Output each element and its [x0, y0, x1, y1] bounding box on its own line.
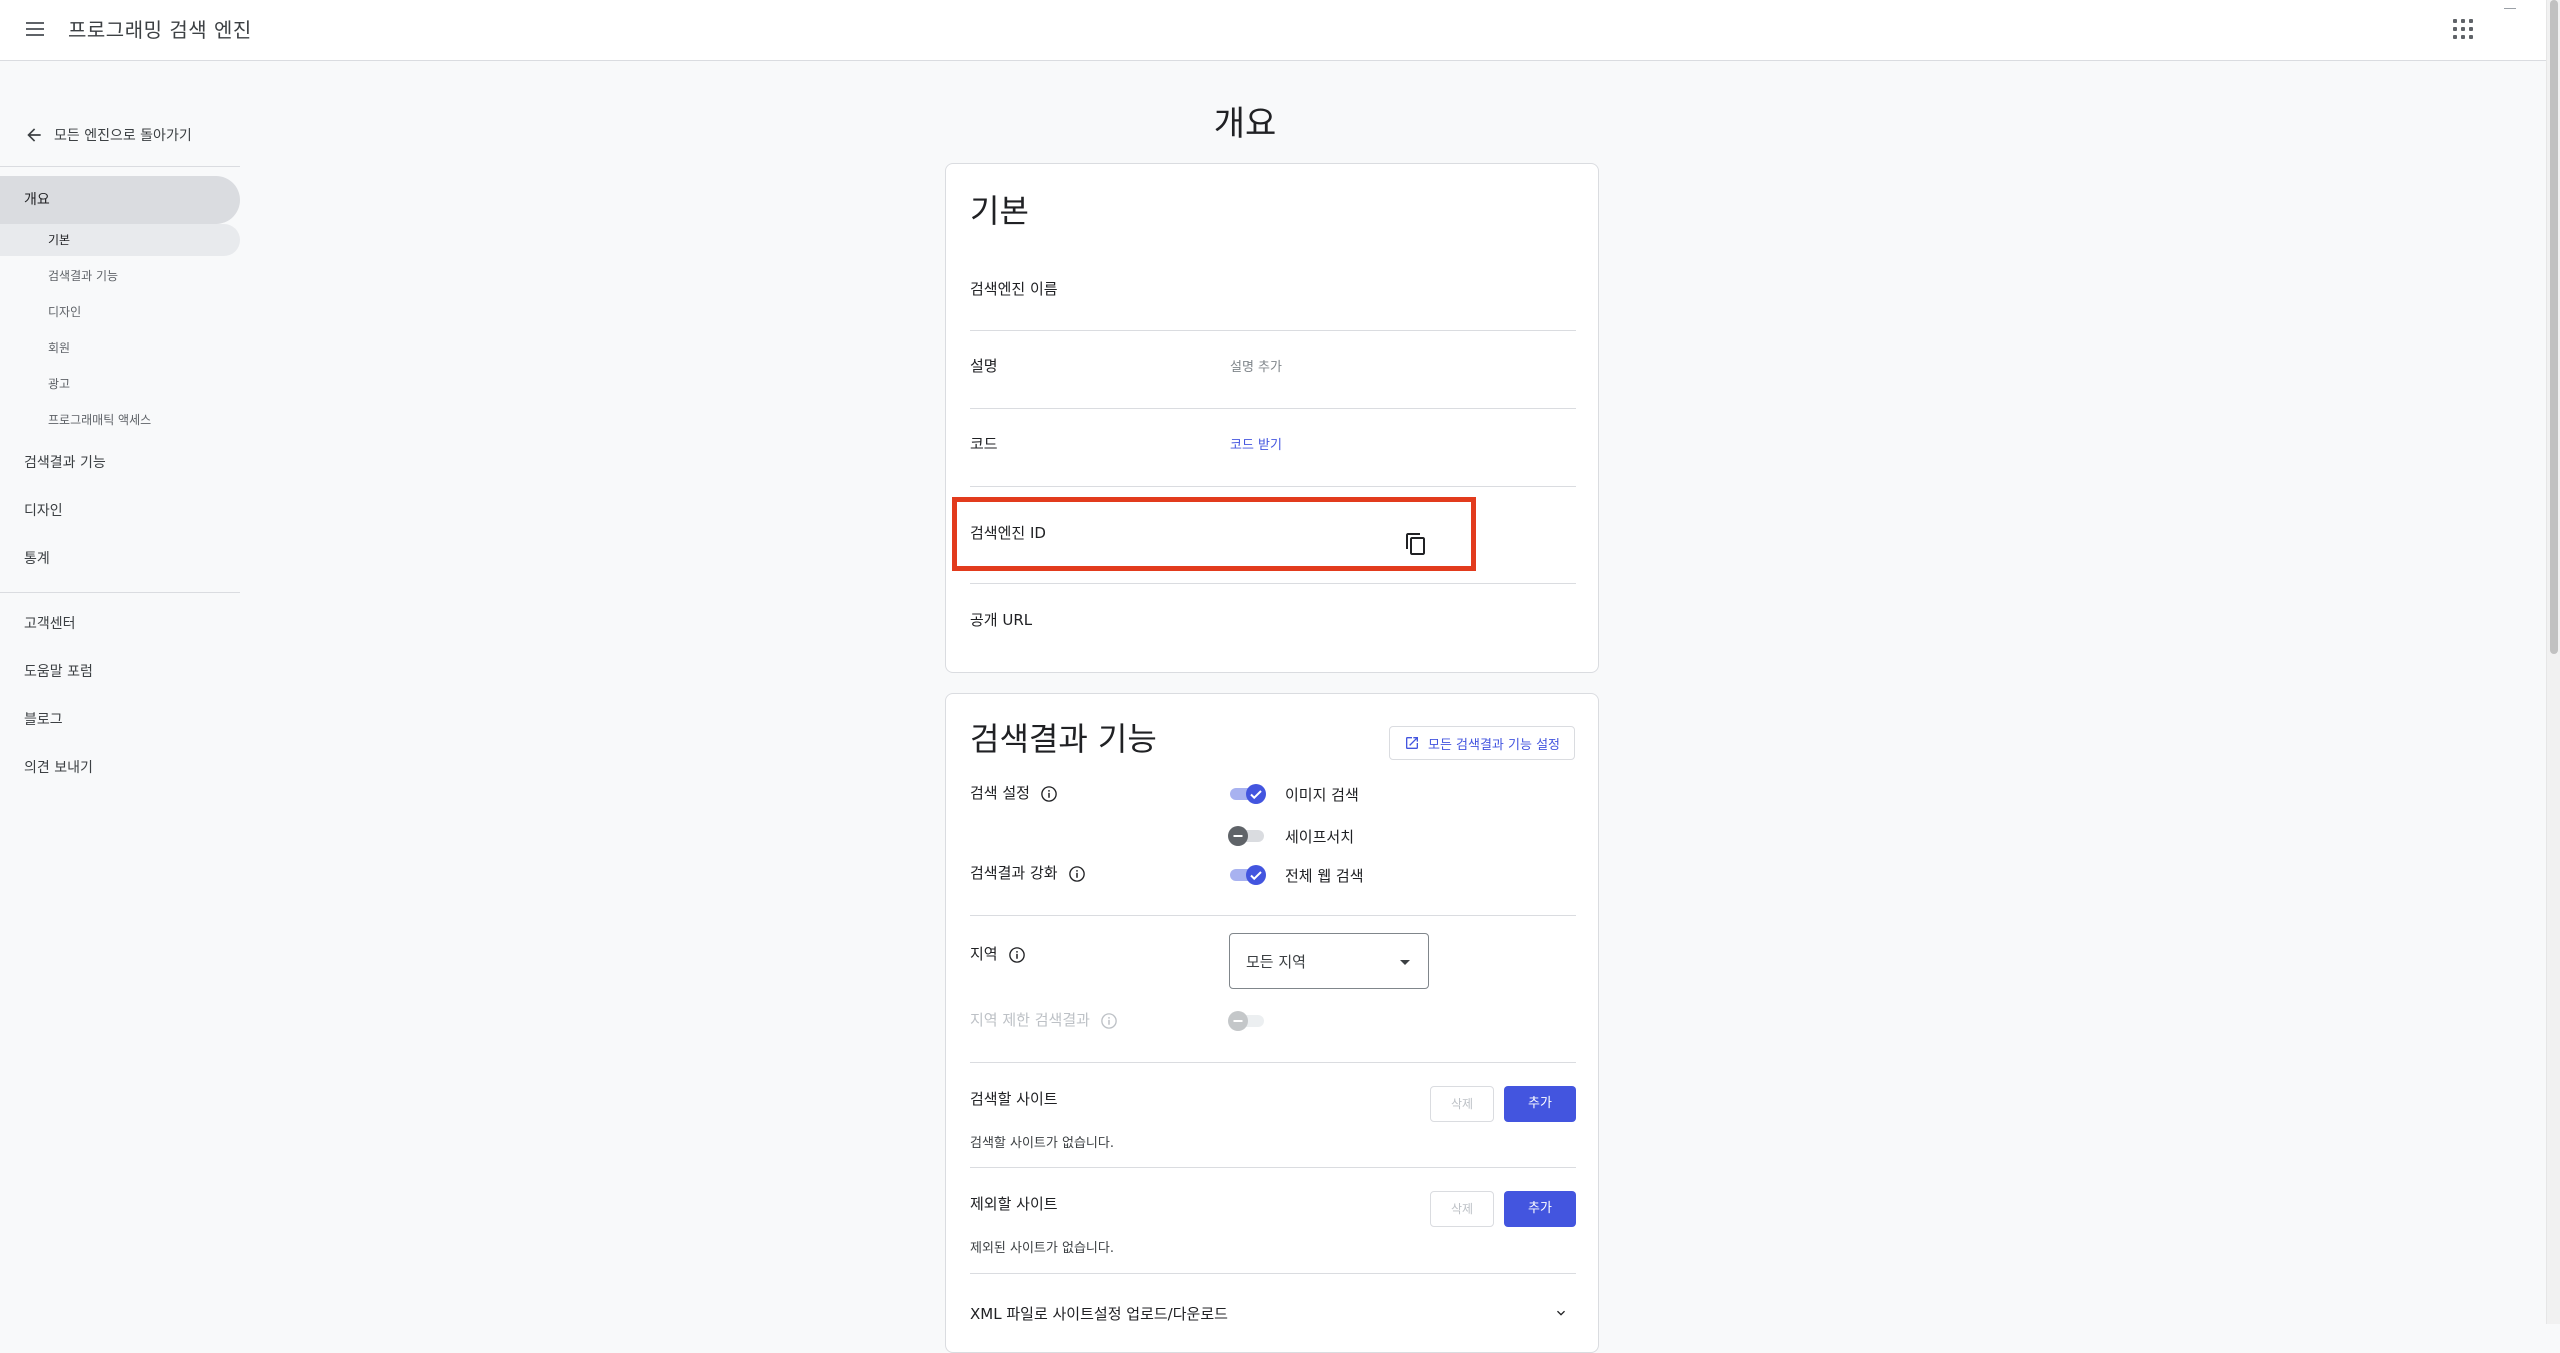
sites-to-exclude-empty: 제외된 사이트가 없습니다.	[970, 1241, 1114, 1256]
image-search-label: 이미지 검색	[1285, 786, 1359, 804]
page-title: 개요	[1213, 104, 1277, 144]
row-divider	[970, 1167, 1576, 1168]
search-settings-label: 검색 설정	[970, 782, 1058, 803]
info-icon[interactable]	[1068, 865, 1086, 883]
region-text: 지역	[970, 945, 998, 963]
open-in-new-icon	[1406, 737, 1418, 749]
search-features-card: 검색결과 기능 모든 검색결과 기능 설정 검색 설정 이미지 검색 세이프서치…	[945, 693, 1599, 1353]
row-divider	[970, 1062, 1576, 1063]
safesearch-label: 세이프서치	[1285, 828, 1355, 846]
row-divider	[970, 583, 1576, 584]
sidebar-subitem-basic[interactable]: 기본	[0, 224, 240, 256]
delete-exclude-site-button[interactable]: 삭제	[1430, 1191, 1494, 1227]
web-search-toggle[interactable]	[1228, 865, 1266, 885]
arrow-back-icon	[27, 128, 41, 142]
check-icon	[1250, 790, 1262, 800]
app-title: 프로그래밍 검색 엔진	[68, 18, 252, 42]
xml-upload-download-label[interactable]: XML 파일로 사이트설정 업로드/다운로드	[970, 1303, 1228, 1324]
chevron-down-icon[interactable]	[1553, 1305, 1569, 1321]
web-search-label: 전체 웹 검색	[1285, 867, 1364, 885]
sidebar-subitem-programmatic-access[interactable]: 프로그래매틱 액세스	[0, 404, 240, 436]
copy-icon[interactable]	[1404, 532, 1428, 556]
basic-card-title: 기본	[970, 192, 1029, 230]
region-select-value: 모든 지역	[1246, 953, 1306, 971]
add-exclude-site-button[interactable]: 추가	[1504, 1191, 1576, 1227]
enhance-results-text: 검색결과 강화	[970, 864, 1058, 882]
row-divider	[970, 330, 1576, 331]
all-features-settings-label: 모든 검색결과 기능 설정	[1428, 737, 1560, 753]
all-features-settings-button[interactable]: 모든 검색결과 기능 설정	[1389, 726, 1575, 760]
sidebar-item-search-features[interactable]: 검색결과 기능	[0, 439, 240, 487]
minus-icon	[1233, 1020, 1243, 1022]
region-select[interactable]: 모든 지역	[1229, 933, 1429, 989]
region-restrict-label: 지역 제한 검색결과	[970, 1009, 1118, 1030]
sidebar-subitem-ads[interactable]: 광고	[0, 368, 240, 400]
info-icon[interactable]	[1040, 785, 1058, 803]
safesearch-toggle[interactable]	[1228, 826, 1264, 846]
info-icon	[1101, 1012, 1117, 1029]
sites-to-exclude-label: 제외할 사이트	[970, 1195, 1058, 1213]
info-icon[interactable]	[1008, 946, 1026, 964]
sidebar-divider	[0, 166, 240, 167]
row-divider	[970, 915, 1576, 916]
sidebar-item-blog[interactable]: 블로그	[0, 696, 240, 744]
minus-icon	[1233, 835, 1243, 837]
code-label: 코드	[970, 435, 998, 453]
image-search-toggle[interactable]	[1228, 784, 1266, 804]
row-divider	[970, 1273, 1576, 1274]
back-link-label: 모든 엔진으로 돌아가기	[54, 128, 192, 144]
sidebar-item-help-center[interactable]: 고객센터	[0, 600, 240, 648]
sites-to-search-label: 검색할 사이트	[970, 1090, 1058, 1108]
sites-to-search-empty: 검색할 사이트가 없습니다.	[970, 1136, 1114, 1151]
sidebar-item-help-forum[interactable]: 도움말 포럼	[0, 648, 240, 696]
row-divider	[970, 486, 1576, 487]
apps-grid-icon[interactable]	[2451, 17, 2475, 41]
sidebar-item-overview[interactable]: 개요	[0, 176, 240, 224]
engine-name-label: 검색엔진 이름	[970, 280, 1058, 298]
page-scrollbar[interactable]	[2546, 0, 2560, 1324]
add-search-site-button[interactable]: 추가	[1504, 1086, 1576, 1122]
sidebar-subitem-search-features[interactable]: 검색결과 기능	[0, 260, 240, 292]
get-code-link[interactable]: 코드 받기	[1230, 434, 1282, 453]
engine-id-label: 검색엔진 ID	[970, 524, 1046, 542]
region-restrict-toggle	[1228, 1011, 1264, 1031]
delete-search-site-button[interactable]: 삭제	[1430, 1086, 1494, 1122]
enhance-results-label: 검색결과 강화	[970, 862, 1086, 883]
check-icon	[1250, 871, 1262, 881]
description-label: 설명	[970, 357, 998, 375]
top-app-bar: 프로그래밍 검색 엔진	[0, 0, 2546, 61]
sidebar-item-send-feedback[interactable]: 의견 보내기	[0, 744, 240, 792]
minimize-mark	[2504, 8, 2516, 9]
region-restrict-text: 지역 제한 검색결과	[970, 1011, 1090, 1029]
dropdown-caret-icon	[1400, 960, 1410, 965]
sidebar-divider	[0, 592, 240, 593]
sidebar-subitem-members[interactable]: 회원	[0, 332, 240, 364]
add-description-field[interactable]: 설명 추가	[1230, 356, 1282, 375]
search-settings-text: 검색 설정	[970, 784, 1030, 802]
basic-card: 기본 검색엔진 이름 설명 설명 추가 코드 코드 받기 검색엔진 ID 공개 …	[945, 163, 1599, 673]
sidebar-item-stats[interactable]: 통계	[0, 535, 240, 583]
back-to-engines-link[interactable]: 모든 엔진으로 돌아가기	[24, 122, 192, 148]
sidebar-item-design[interactable]: 디자인	[0, 487, 240, 535]
search-features-title: 검색결과 기능	[970, 720, 1157, 758]
public-url-label: 공개 URL	[970, 611, 1033, 629]
scrollbar-thumb[interactable]	[2550, 0, 2558, 654]
sidebar-subitem-design[interactable]: 디자인	[0, 296, 240, 328]
row-divider	[970, 408, 1576, 409]
region-label: 지역	[970, 943, 1026, 964]
menu-icon[interactable]	[24, 17, 48, 41]
